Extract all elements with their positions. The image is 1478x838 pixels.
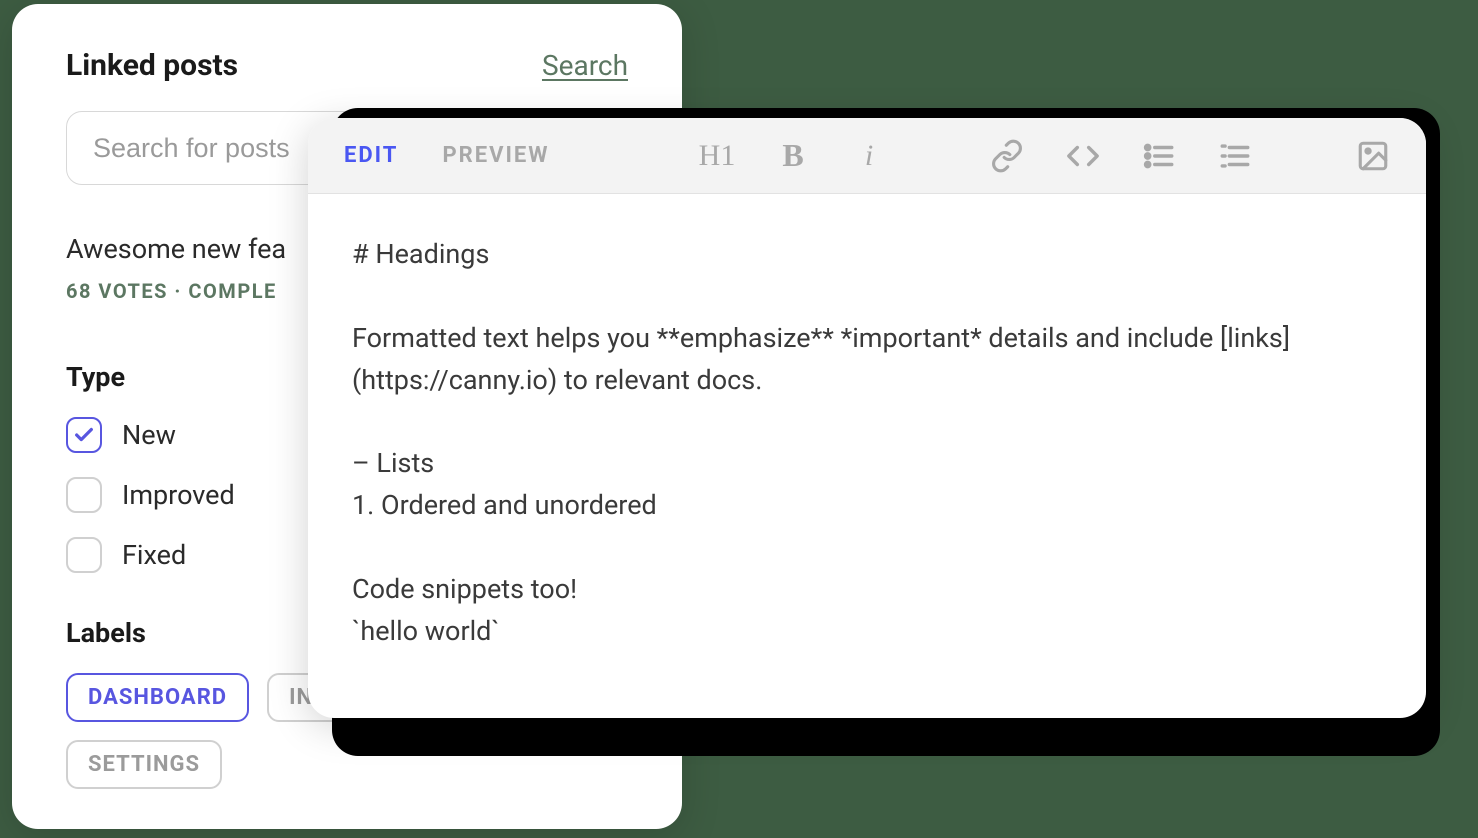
search-link[interactable]: Search (542, 49, 628, 82)
italic-icon: i (865, 139, 873, 173)
image-icon (1356, 139, 1390, 173)
panel-title: Linked posts (66, 48, 238, 83)
toolbar-icons: H1 B i (700, 139, 1390, 173)
editor-textarea[interactable]: # Headings Formatted text helps you **em… (308, 194, 1426, 718)
unordered-list-button[interactable] (1142, 139, 1176, 173)
type-label-new: New (122, 419, 176, 451)
italic-button[interactable]: i (852, 139, 886, 173)
checkbox-fixed[interactable] (66, 537, 102, 573)
check-icon (73, 424, 95, 446)
list-ul-icon (1142, 139, 1176, 173)
list-ol-icon (1218, 139, 1252, 173)
type-label-improved: Improved (122, 479, 235, 511)
code-icon (1066, 139, 1100, 173)
label-chip-dashboard[interactable]: DASHBOARD (66, 673, 249, 722)
checkbox-improved[interactable] (66, 477, 102, 513)
tab-preview[interactable]: PREVIEW (442, 143, 549, 168)
link-icon (990, 139, 1024, 173)
bold-icon: B (782, 137, 803, 174)
bold-button[interactable]: B (776, 139, 810, 173)
ordered-list-button[interactable] (1218, 139, 1252, 173)
tab-edit[interactable]: EDIT (344, 143, 398, 168)
editor-panel: EDIT PREVIEW H1 B i (308, 118, 1426, 718)
image-button[interactable] (1356, 139, 1390, 173)
panel-header: Linked posts Search (66, 48, 628, 83)
editor-toolbar: EDIT PREVIEW H1 B i (308, 118, 1426, 194)
h1-icon: H1 (699, 139, 736, 173)
link-button[interactable] (990, 139, 1024, 173)
label-chip-settings[interactable]: SETTINGS (66, 740, 222, 789)
editor-tabs: EDIT PREVIEW (344, 143, 550, 168)
code-button[interactable] (1066, 139, 1100, 173)
heading-button[interactable]: H1 (700, 139, 734, 173)
type-label-fixed: Fixed (122, 539, 186, 571)
checkbox-new[interactable] (66, 417, 102, 453)
